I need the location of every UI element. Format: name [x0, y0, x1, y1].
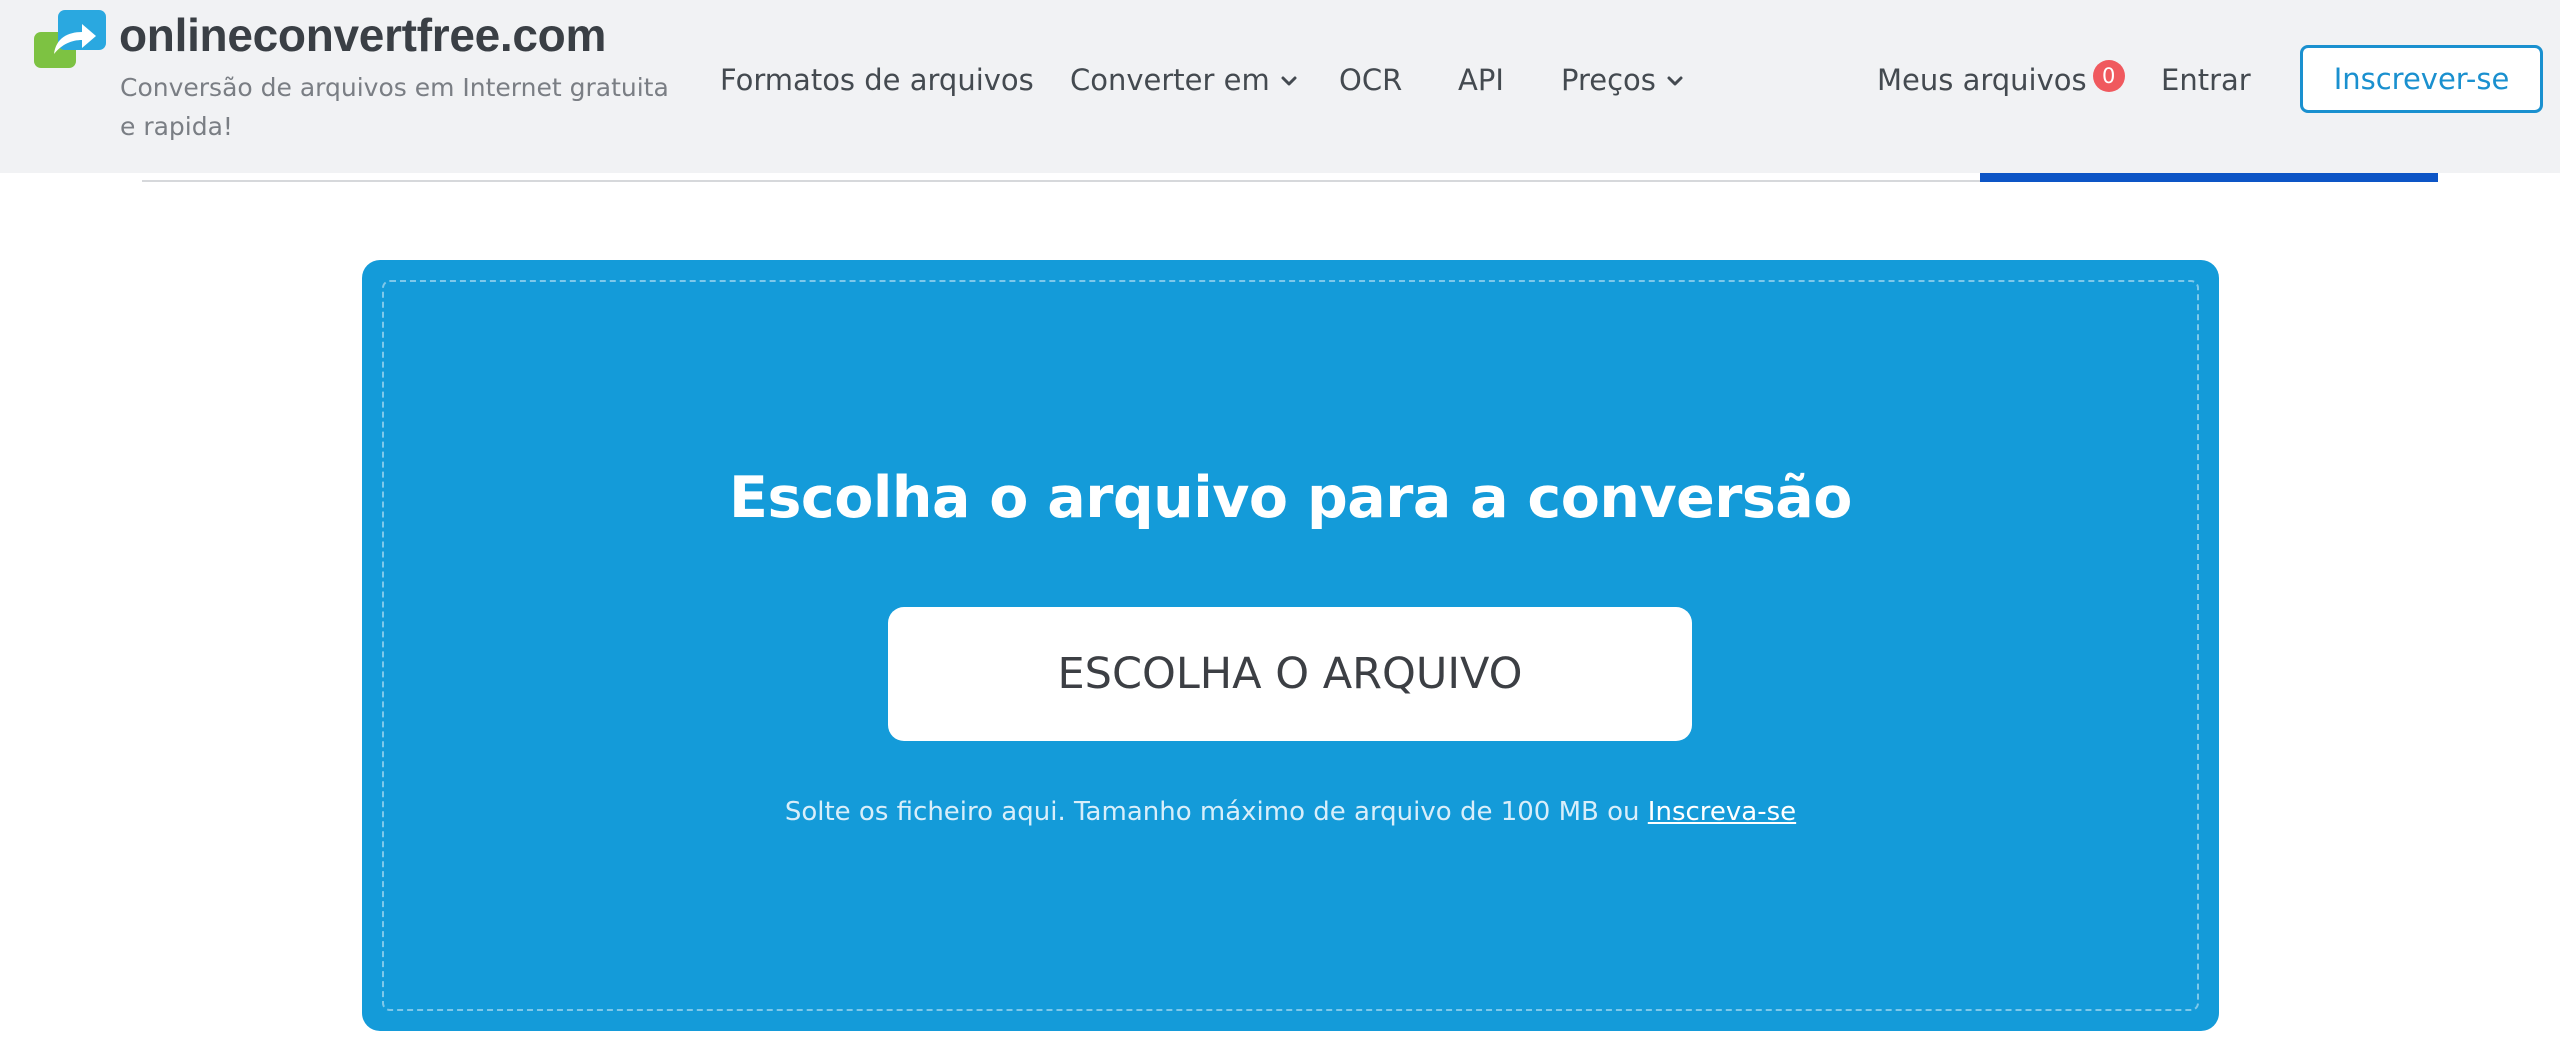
upload-hint-text: Solte os ficheiro aqui. Tamanho máximo d… [784, 797, 1648, 827]
nav-convert-to-label: Converter em [1070, 63, 1270, 97]
my-files-count-badge: 0 [2092, 60, 2125, 92]
nav-prices[interactable]: Preços [1561, 58, 1684, 102]
signup-link[interactable]: Inscreva-se [1648, 797, 1796, 827]
site-header: onlineconvertfree.com Conversão de arqui… [0, 0, 2560, 173]
nav-ocr[interactable]: OCR [1339, 58, 1402, 102]
site-tagline: Conversão de arquivos em Internet gratui… [120, 73, 669, 141]
site-name[interactable]: onlineconvertfree.com [119, 8, 606, 62]
nav-my-files-label: Meus arquivos [1877, 63, 2087, 97]
active-tab-indicator [1980, 173, 2438, 182]
tab-strip-divider [142, 180, 1980, 182]
chevron-down-icon [1281, 76, 1297, 86]
signup-button[interactable]: Inscrever-se [2300, 45, 2543, 113]
nav-api-label: API [1458, 63, 1504, 97]
nav-convert-to[interactable]: Converter em [1070, 58, 1298, 102]
logo-icon[interactable] [34, 10, 106, 68]
upload-title: Escolha o arquivo para a conversão [729, 465, 1852, 531]
nav-login-label: Entrar [2161, 63, 2251, 97]
nav-my-files[interactable]: Meus arquivos 0 [1877, 58, 2125, 102]
upload-hint: Solte os ficheiro aqui. Tamanho máximo d… [362, 797, 2219, 827]
nav-ocr-label: OCR [1339, 63, 1403, 97]
nav-file-formats[interactable]: Formatos de arquivos [720, 58, 1034, 102]
nav-prices-label: Preços [1561, 63, 1656, 97]
nav-file-formats-label: Formatos de arquivos [720, 63, 1034, 97]
chevron-down-icon [1667, 76, 1683, 86]
nav-api[interactable]: API [1458, 58, 1504, 102]
choose-file-button[interactable]: ESCOLHA O ARQUIVO [888, 607, 1692, 741]
upload-dropzone[interactable]: Escolha o arquivo para a conversão ESCOL… [362, 260, 2219, 1031]
nav-login[interactable]: Entrar [2161, 58, 2251, 102]
